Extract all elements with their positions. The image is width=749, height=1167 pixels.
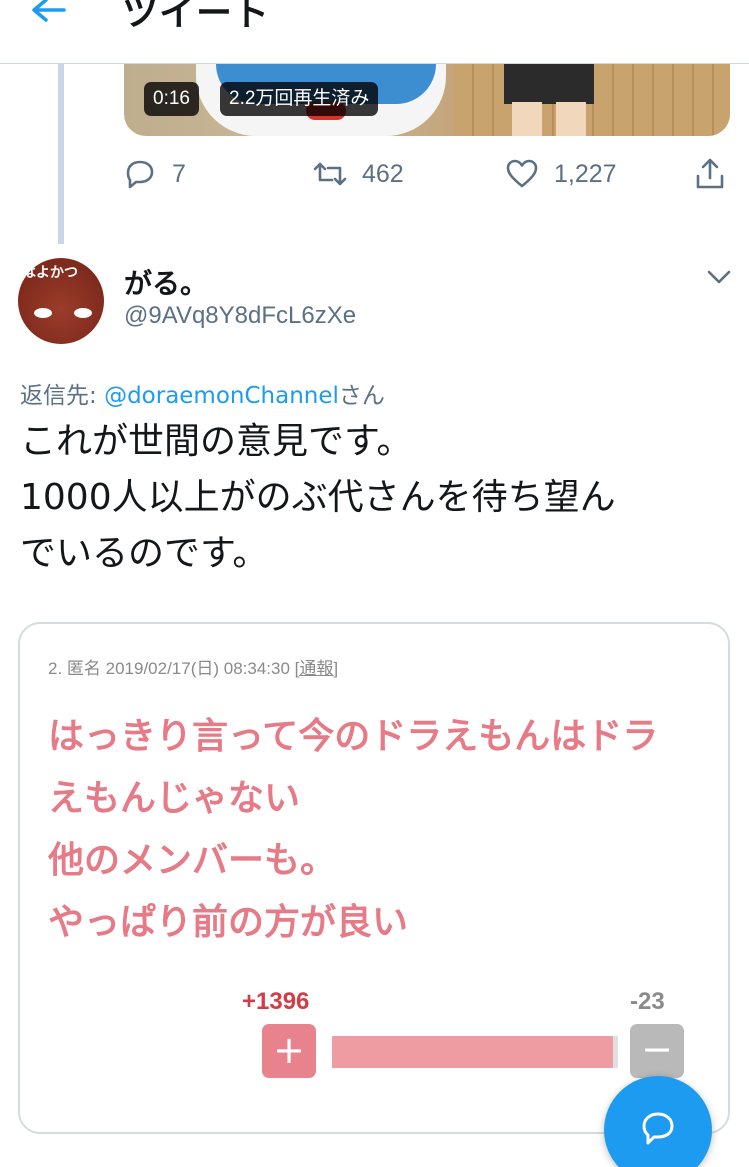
display-name[interactable]: がる。 [124,262,208,302]
plus-vote-icon: + [262,1024,316,1078]
reply-button[interactable]: 7 [122,152,186,196]
like-count: 1,227 [554,159,617,188]
minus-vote-count: -23 [630,988,665,1015]
reply-bubble-icon [642,1112,674,1145]
page-title: ツイート [122,0,271,34]
share-icon [696,158,724,189]
retweet-button[interactable]: 462 [312,152,404,196]
heart-icon [506,159,538,188]
reply-icon [126,160,154,189]
reply-count: 7 [172,159,186,188]
chevron-down-icon[interactable] [704,264,734,290]
tweet-actions: 7 462 1,227 [0,152,749,196]
minus-vote-icon: − [630,1024,684,1078]
like-button[interactable]: 1,227 [504,152,617,196]
video-thumbnail[interactable]: 0:16 2.2万回再生済み [124,64,730,136]
report-link: [通報] [294,659,339,678]
video-view-count: 2.2万回再生済み [220,82,379,116]
video-duration: 0:16 [144,82,199,116]
retweet-count: 462 [362,159,404,188]
reply-to-line: 返信先: @doraemonChannelさん [20,383,385,409]
retweet-icon [313,162,347,186]
user-handle[interactable]: @9AVq8Y8dFcL6zXe [124,302,356,330]
vote-ratio-fill [332,1036,614,1068]
vote-ratio-bar [332,1036,618,1068]
avatar[interactable]: はよかつ [18,258,104,344]
comment-text: はっきり言って今のドラえもんはドラ えもんじゃない 他のメンバーも。 やっぱり前… [48,716,659,943]
tweet-text: これが世間の意見です。 1000人以上がのぶ代さんを待ち望ん でいるのです。 [20,421,616,574]
back-arrow-icon[interactable] [28,0,68,32]
top-bar: ツイート [0,0,749,64]
share-button[interactable] [692,152,742,196]
reply-to-mention[interactable]: @doraemonChannel [104,383,339,409]
comment-meta: 2. 匿名 2019/02/17(日) 08:34:30 [通報] [48,659,339,678]
attached-image[interactable]: 2. 匿名 2019/02/17(日) 08:34:30 [通報] はっきり言っ… [18,622,730,1134]
plus-vote-count: +1396 [242,988,310,1015]
